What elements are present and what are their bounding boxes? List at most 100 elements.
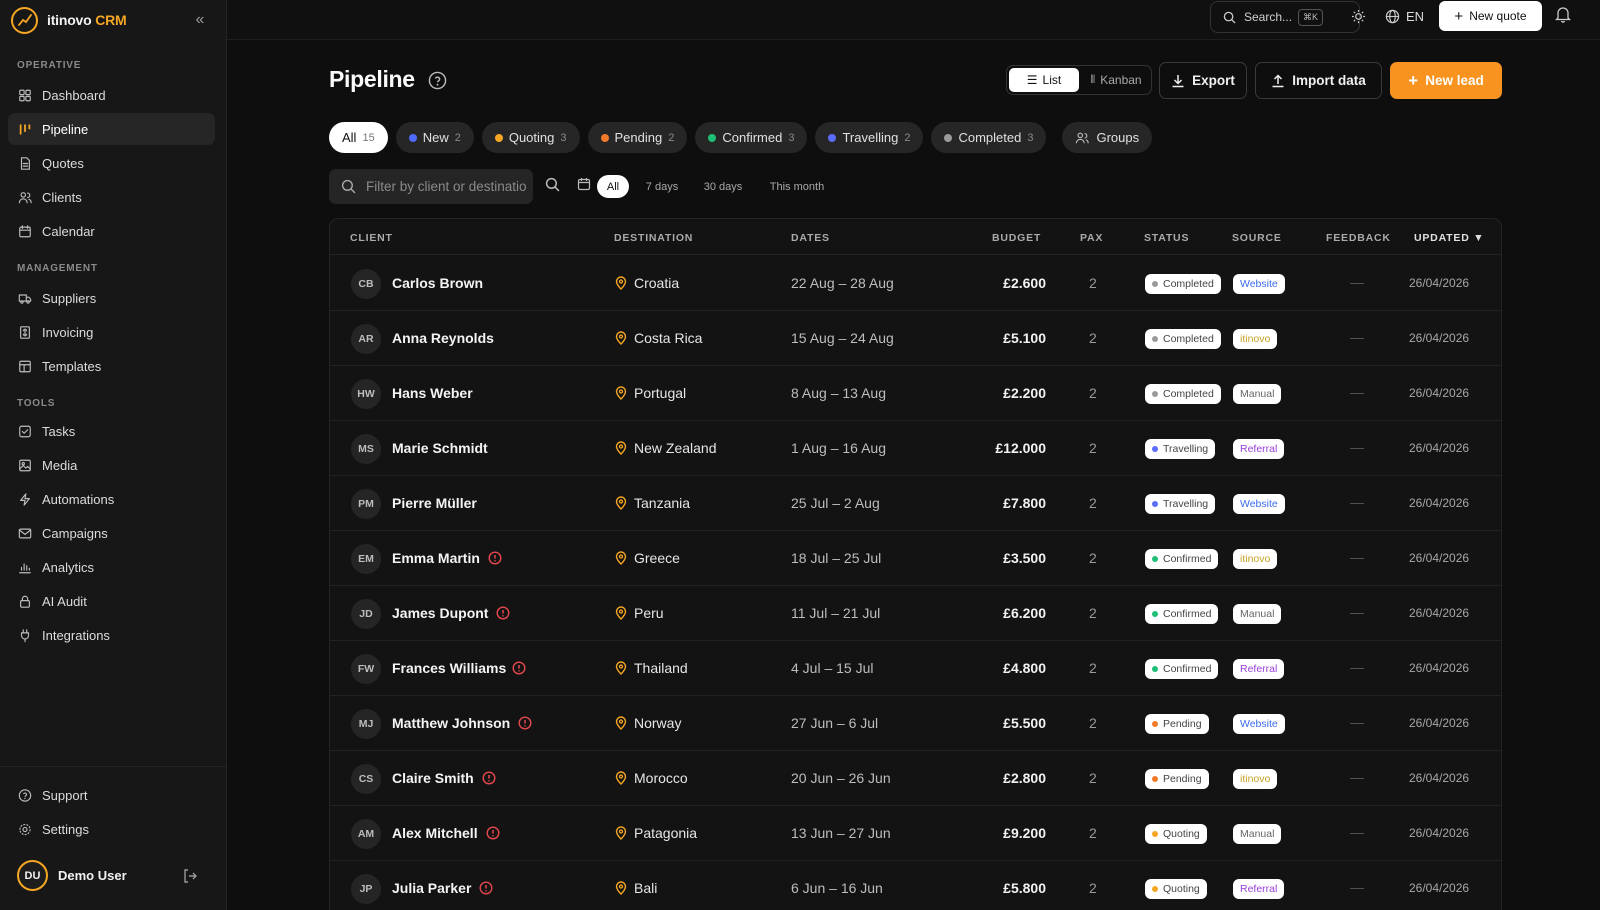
- sidebar-item-support[interactable]: Support: [8, 779, 215, 811]
- bell-icon[interactable]: [1554, 6, 1575, 26]
- sun-icon[interactable]: [1349, 6, 1367, 26]
- table-row[interactable]: JD James Dupont Peru 11 Jul – 21 Jul £6.200 2…: [330, 586, 1501, 641]
- column-dates[interactable]: DATES: [791, 232, 830, 244]
- tab-groups[interactable]: Groups: [1062, 122, 1153, 153]
- sidebar-item-ai-audit[interactable]: AI Audit: [8, 585, 215, 617]
- status-badge[interactable]: Completed: [1145, 329, 1221, 349]
- sidebar-item-suppliers[interactable]: Suppliers: [8, 282, 215, 314]
- table-row[interactable]: CS Claire Smith Morocco 20 Jun – 26 Jun £2.8…: [330, 751, 1501, 806]
- sidebar-item-dashboard[interactable]: Dashboard: [8, 79, 215, 111]
- sidebar-item-label: Settings: [42, 821, 89, 837]
- import-data-button[interactable]: Import data: [1255, 62, 1382, 99]
- view-kanban-button[interactable]: ⦀ Kanban: [1081, 66, 1151, 94]
- column-feedback[interactable]: FEEDBACK: [1326, 232, 1391, 244]
- tab-completed[interactable]: Completed 3: [931, 122, 1047, 153]
- table-row[interactable]: AR Anna Reynolds Costa Rica 15 Aug – 24 Aug…: [330, 311, 1501, 366]
- column-budget[interactable]: BUDGET: [992, 232, 1041, 244]
- table-row[interactable]: MJ Matthew Johnson Norway 27 Jun – 6 Jul £5.…: [330, 696, 1501, 751]
- language-selector[interactable]: EN: [1385, 6, 1424, 26]
- brand[interactable]: itinovo CRM: [11, 6, 127, 34]
- sidebar-item-automations[interactable]: Automations: [8, 483, 215, 515]
- client-name[interactable]: Emma Martin: [392, 550, 480, 566]
- table-row[interactable]: AM Alex Mitchell Patagonia 13 Jun – 27 Jun £…: [330, 806, 1501, 861]
- sidebar-item-pipeline[interactable]: Pipeline: [8, 113, 215, 145]
- client-name[interactable]: Matthew Johnson: [392, 715, 510, 731]
- search-icon[interactable]: [545, 177, 561, 193]
- status-badge[interactable]: Confirmed: [1145, 659, 1219, 679]
- range-this-month[interactable]: This month: [762, 175, 832, 198]
- sidebar-item-tasks[interactable]: Tasks: [8, 415, 215, 447]
- global-search-button[interactable]: Search... ⌘K: [1210, 1, 1360, 33]
- column-pax[interactable]: PAX: [1080, 232, 1103, 244]
- status-badge[interactable]: Quoting: [1145, 824, 1207, 844]
- client-name[interactable]: Hans Weber: [392, 385, 473, 401]
- source-label: Referral: [1240, 663, 1278, 675]
- sidebar-item-analytics[interactable]: Analytics: [8, 551, 215, 583]
- range-7-days[interactable]: 7 days: [639, 175, 685, 198]
- user-profile[interactable]: DU Demo User: [17, 860, 127, 891]
- new-lead-button[interactable]: + New lead: [1390, 62, 1502, 99]
- view-toggle: ☰ List ⦀ Kanban: [1006, 65, 1152, 95]
- sidebar-item-settings[interactable]: Settings: [8, 813, 215, 845]
- client-name[interactable]: James Dupont: [392, 605, 488, 621]
- table-row[interactable]: HW Hans Weber Portugal 8 Aug – 13 Aug £2.200…: [330, 366, 1501, 421]
- tab-confirmed[interactable]: Confirmed 3: [695, 122, 808, 153]
- tab-new[interactable]: New 2: [395, 122, 474, 153]
- export-button[interactable]: Export: [1159, 62, 1247, 99]
- column-source[interactable]: SOURCE: [1232, 232, 1282, 244]
- collapse-sidebar-icon[interactable]: «: [190, 10, 210, 30]
- client-name[interactable]: Frances Williams: [392, 660, 506, 676]
- calendar-icon[interactable]: [577, 177, 592, 192]
- status-badge[interactable]: Completed: [1145, 274, 1221, 294]
- column-client[interactable]: CLIENT: [350, 232, 393, 244]
- new-quote-button[interactable]: + New quote: [1439, 1, 1542, 31]
- status-badge[interactable]: Pending: [1145, 769, 1209, 789]
- table-row[interactable]: CB Carlos Brown Croatia 22 Aug – 28 Aug £2.6…: [330, 256, 1501, 311]
- filter-input[interactable]: [366, 179, 526, 194]
- table-row[interactable]: FW Frances Williams Thailand 4 Jul – 15 Jul…: [330, 641, 1501, 696]
- map-pin-icon: [615, 441, 628, 455]
- client-name[interactable]: Marie Schmidt: [392, 440, 488, 456]
- tab-quoting[interactable]: Quoting 3: [481, 122, 580, 153]
- client-name[interactable]: Julia Parker: [392, 880, 471, 896]
- tab-all[interactable]: All 15: [329, 122, 388, 153]
- table-row[interactable]: MS Marie Schmidt New Zealand 1 Aug – 16 Aug…: [330, 421, 1501, 476]
- status-dot: [1152, 776, 1158, 782]
- status-badge[interactable]: Confirmed: [1145, 549, 1219, 569]
- column-status[interactable]: STATUS: [1144, 232, 1189, 244]
- table-row[interactable]: PM Pierre Müller Tanzania 25 Jul – 2 Aug £7.…: [330, 476, 1501, 531]
- status-dot: [708, 133, 717, 142]
- sidebar-item-integrations[interactable]: Integrations: [8, 619, 215, 651]
- client-name[interactable]: Pierre Müller: [392, 495, 477, 511]
- sidebar-item-media[interactable]: Media: [8, 449, 215, 481]
- filter-field[interactable]: [329, 169, 533, 204]
- sidebar-item-invoicing[interactable]: Invoicing: [8, 316, 215, 348]
- column-updated[interactable]: UPDATED ▼: [1414, 232, 1484, 244]
- sidebar-item-calendar[interactable]: Calendar: [8, 215, 215, 247]
- tab-travelling[interactable]: Travelling 2: [815, 122, 924, 153]
- sidebar-item-campaigns[interactable]: Campaigns: [8, 517, 215, 549]
- logout-icon[interactable]: [182, 868, 200, 886]
- sidebar-item-clients[interactable]: Clients: [8, 181, 215, 213]
- range-all[interactable]: All: [597, 175, 629, 198]
- client-name[interactable]: Claire Smith: [392, 770, 474, 786]
- feedback: —: [1350, 384, 1364, 400]
- range-30-days[interactable]: 30 days: [696, 175, 750, 198]
- status-badge[interactable]: Confirmed: [1145, 604, 1219, 624]
- status-badge[interactable]: Pending: [1145, 714, 1209, 734]
- table-row[interactable]: EM Emma Martin Greece 18 Jul – 25 Jul £3.500…: [330, 531, 1501, 586]
- view-list-button[interactable]: ☰ List: [1009, 68, 1079, 92]
- client-name[interactable]: Anna Reynolds: [392, 330, 494, 346]
- client-name[interactable]: Carlos Brown: [392, 275, 483, 291]
- table-row[interactable]: JP Julia Parker Bali 6 Jun – 16 Jun £5.800 2 Q…: [330, 861, 1501, 910]
- client-name[interactable]: Alex Mitchell: [392, 825, 478, 841]
- tab-pending[interactable]: Pending 2: [587, 122, 688, 153]
- sidebar-item-quotes[interactable]: Quotes: [8, 147, 215, 179]
- status-badge[interactable]: Completed: [1145, 384, 1221, 404]
- sidebar-item-templates[interactable]: Templates: [8, 350, 215, 382]
- status-badge[interactable]: Travelling: [1145, 494, 1216, 514]
- status-badge[interactable]: Travelling: [1145, 439, 1216, 459]
- help-icon[interactable]: [428, 71, 448, 91]
- column-destination[interactable]: DESTINATION: [614, 232, 693, 244]
- status-badge[interactable]: Quoting: [1145, 879, 1207, 899]
